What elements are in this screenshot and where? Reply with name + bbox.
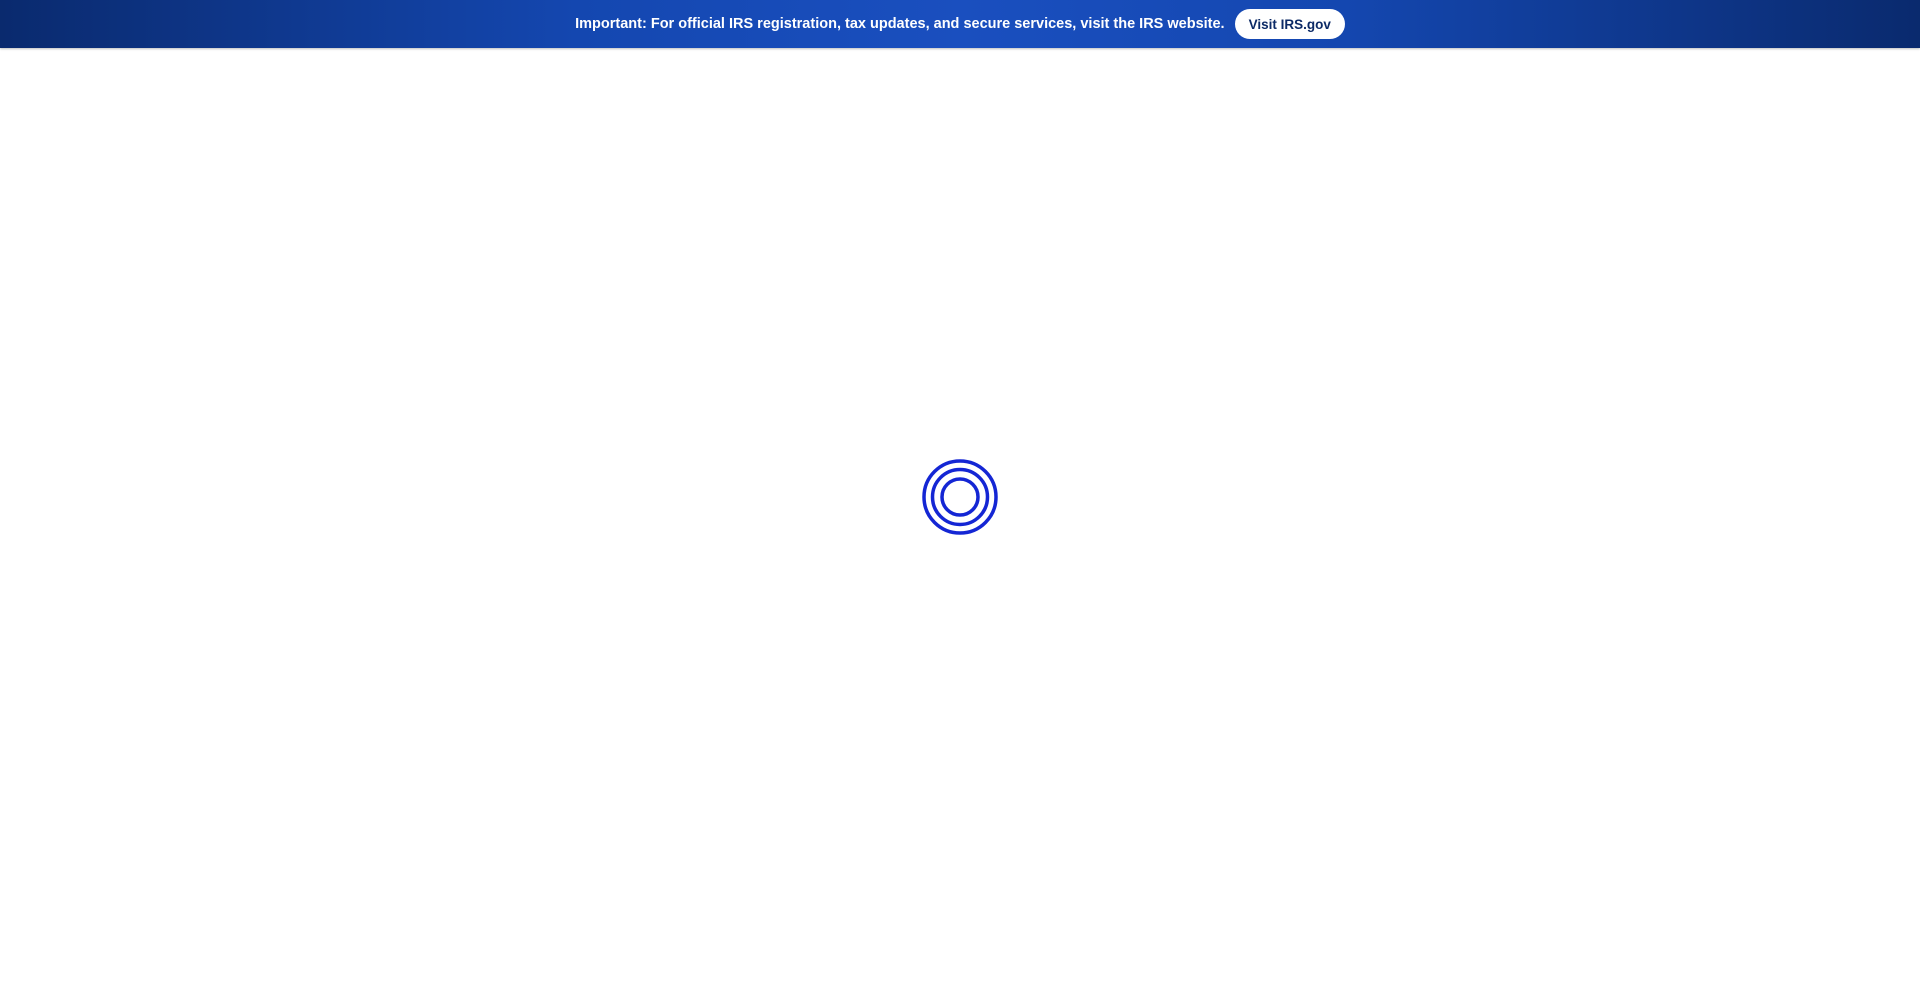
loader-inner-ring — [940, 477, 980, 517]
loader-outer-ring — [922, 459, 998, 535]
banner-message: Important: For official IRS registration… — [575, 16, 1225, 32]
announcement-banner: Important: For official IRS registration… — [0, 0, 1920, 48]
visit-irs-button[interactable]: Visit IRS.gov — [1234, 9, 1345, 39]
loading-spinner-icon — [922, 459, 998, 535]
